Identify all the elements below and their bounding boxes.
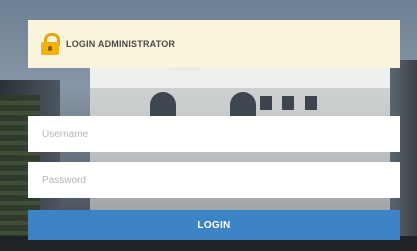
lock-icon [40, 33, 60, 55]
background-window [260, 96, 272, 110]
login-button[interactable]: LOGIN [28, 210, 400, 240]
password-input[interactable] [28, 162, 400, 198]
background-window [305, 96, 317, 110]
username-input[interactable] [28, 116, 400, 152]
login-header: LOGIN ADMINISTRATOR [28, 20, 400, 68]
background-window [282, 96, 294, 110]
login-title: LOGIN ADMINISTRATOR [66, 39, 176, 49]
